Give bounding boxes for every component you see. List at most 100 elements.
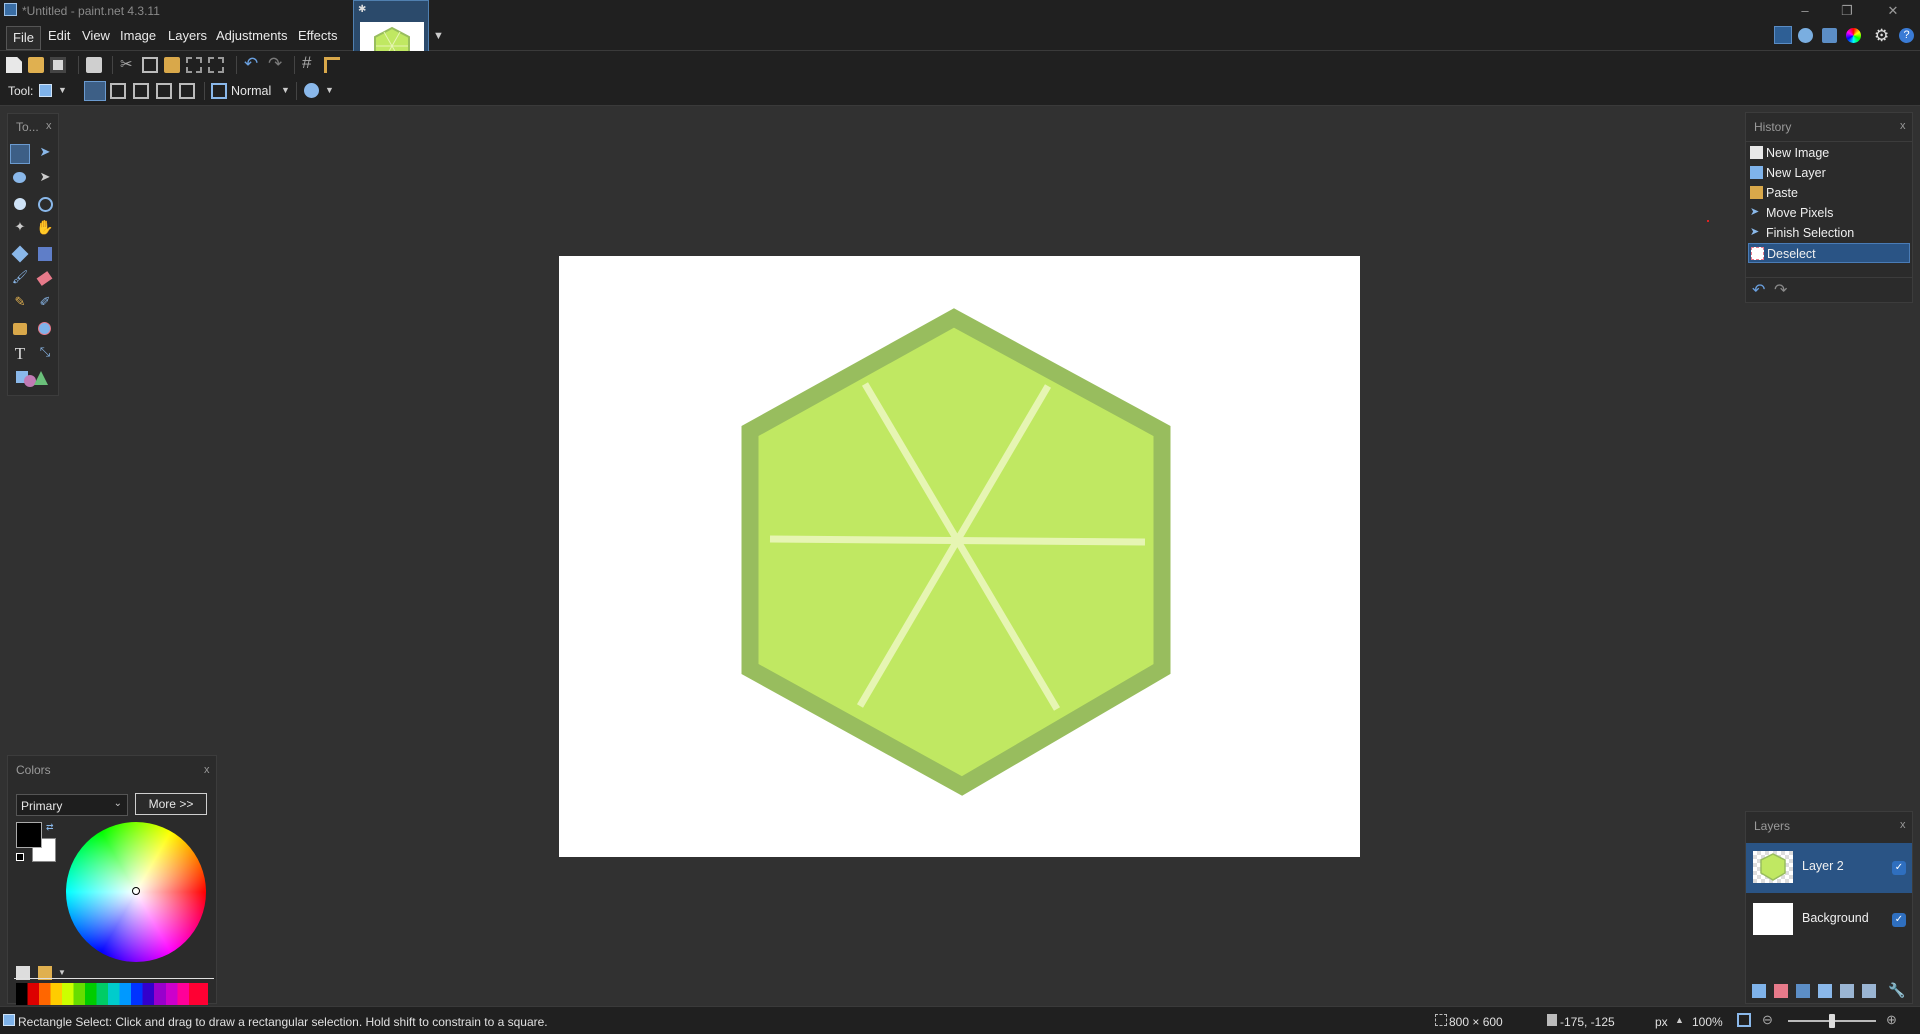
colors-window-icon[interactable] [1846, 28, 1861, 43]
blend-mode-value[interactable]: Normal [231, 84, 271, 98]
blend-mode-dropdown-icon[interactable]: ▼ [281, 85, 290, 95]
menu-adjustments[interactable]: Adjustments [212, 28, 292, 43]
eraser-tool[interactable] [35, 269, 55, 289]
move-selection-tool[interactable]: ➤ [35, 169, 55, 189]
selection-mode-union-button[interactable] [110, 83, 126, 99]
color-palette-strip[interactable] [16, 983, 208, 1005]
history-item[interactable]: New Layer [1748, 163, 1910, 183]
paste-icon[interactable] [164, 57, 180, 73]
color-target-dropdown[interactable]: Primary ⌄ [16, 794, 128, 816]
lasso-select-tool[interactable] [10, 169, 30, 189]
menu-effects[interactable]: Effects [294, 28, 342, 43]
add-layer-icon[interactable] [1752, 984, 1766, 998]
gradient-tool[interactable] [35, 244, 55, 264]
paint-bucket-tool[interactable] [10, 244, 30, 264]
history-panel-close-button[interactable]: x [1900, 120, 1906, 132]
magic-wand-tool[interactable]: ✦ [10, 219, 30, 239]
menu-edit[interactable]: Edit [44, 28, 74, 43]
history-redo-icon[interactable]: ↷ [1774, 280, 1787, 300]
zoom-in-icon[interactable]: ⊕ [1886, 1012, 1897, 1028]
help-icon[interactable]: ? [1899, 28, 1914, 43]
shapes-tool[interactable] [14, 369, 50, 391]
menu-layers[interactable]: Layers [164, 28, 211, 43]
redo-icon[interactable]: ↷ [268, 54, 282, 74]
new-file-icon[interactable] [6, 57, 22, 73]
copy-icon[interactable] [142, 57, 158, 73]
layer-row-layer-2[interactable]: Layer 2 ✓ [1746, 843, 1912, 893]
history-item[interactable]: ➤ Finish Selection [1748, 223, 1910, 243]
rectangle-select-tool[interactable] [10, 144, 30, 164]
crop-to-selection-icon[interactable] [186, 57, 202, 73]
open-file-icon[interactable] [28, 57, 44, 73]
menu-view[interactable]: View [78, 28, 114, 43]
units-dropdown-icon[interactable]: ▲ [1675, 1015, 1684, 1025]
minimize-button[interactable]: – [1786, 0, 1824, 22]
move-selected-pixels-tool[interactable]: ➤ [35, 144, 55, 164]
line-curve-tool[interactable]: ⤡ [35, 344, 55, 364]
text-tool[interactable]: T [10, 344, 30, 364]
image-canvas[interactable] [559, 256, 1360, 857]
settings-gear-icon[interactable]: ⚙ [1874, 26, 1889, 46]
cut-icon[interactable]: ✂ [120, 55, 133, 73]
history-item[interactable]: ➤ Move Pixels [1748, 203, 1910, 223]
layer-visibility-checkbox[interactable]: ✓ [1892, 861, 1906, 875]
deselect-icon[interactable] [208, 57, 224, 73]
move-layer-up-icon[interactable] [1840, 984, 1854, 998]
history-item[interactable]: New Image [1748, 143, 1910, 163]
selection-mode-intersect-button[interactable] [156, 83, 172, 99]
pan-tool[interactable]: ✋ [35, 219, 55, 239]
restore-button[interactable]: ❐ [1828, 0, 1866, 22]
zoom-out-icon[interactable]: ⊖ [1762, 1012, 1773, 1028]
colors-panel-close-button[interactable]: x [204, 764, 210, 776]
menu-image[interactable]: Image [116, 28, 160, 43]
units-selector[interactable]: px [1655, 1015, 1668, 1029]
swap-colors-icon[interactable]: ⇄ [46, 822, 54, 833]
more-colors-button[interactable]: More >> [135, 793, 207, 815]
selection-mode-replace-button[interactable] [84, 81, 106, 101]
print-icon[interactable] [86, 57, 102, 73]
palette-dropdown-icon[interactable]: ▼ [58, 968, 66, 977]
grid-icon[interactable]: # [302, 53, 311, 73]
history-window-icon[interactable] [1798, 28, 1813, 43]
antialiasing-dropdown-icon[interactable]: ▼ [325, 85, 334, 95]
selection-mode-exclude-button[interactable] [133, 83, 149, 99]
history-undo-icon[interactable]: ↶ [1752, 280, 1765, 300]
paintbrush-tool[interactable]: 🖌 [10, 269, 30, 289]
zoom-level[interactable]: 100% [1692, 1015, 1723, 1029]
zoom-tool[interactable] [35, 194, 55, 214]
zoom-slider-thumb[interactable] [1829, 1014, 1835, 1028]
merge-layer-down-icon[interactable] [1818, 984, 1832, 998]
reset-colors-icon[interactable] [16, 853, 24, 861]
current-tool-icon[interactable] [39, 84, 52, 97]
duplicate-layer-icon[interactable] [1796, 984, 1810, 998]
selection-mode-invert-button[interactable] [179, 83, 195, 99]
layers-panel-close-button[interactable]: x [1900, 819, 1906, 831]
color-picker-tool[interactable]: ✐ [35, 294, 55, 314]
save-icon[interactable] [50, 57, 66, 73]
clone-stamp-tool[interactable] [10, 319, 30, 339]
move-layer-down-icon[interactable] [1862, 984, 1876, 998]
pencil-tool[interactable]: ✎ [10, 294, 30, 314]
history-item[interactable]: Paste [1748, 183, 1910, 203]
layers-window-icon[interactable] [1822, 28, 1837, 43]
layer-visibility-checkbox[interactable]: ✓ [1892, 913, 1906, 927]
selection-quality-icon[interactable] [211, 83, 227, 99]
tool-dropdown-icon[interactable]: ▼ [58, 85, 67, 95]
layer-row-background[interactable]: Background ✓ [1746, 895, 1912, 945]
history-item-selected[interactable]: Deselect [1748, 243, 1910, 263]
menu-file[interactable]: File [6, 26, 41, 50]
recolor-tool[interactable] [35, 319, 55, 339]
antialiasing-icon[interactable] [304, 83, 319, 98]
undo-icon[interactable]: ↶ [244, 54, 258, 74]
image-list-dropdown-icon[interactable]: ▼ [433, 30, 444, 42]
tools-panel-close-button[interactable]: x [46, 120, 52, 132]
color-wheel-cursor[interactable] [132, 887, 140, 895]
ellipse-select-tool[interactable] [10, 194, 30, 214]
tools-window-icon[interactable] [1774, 26, 1792, 44]
close-button[interactable]: ✕ [1874, 0, 1912, 22]
primary-color-swatch[interactable] [16, 822, 42, 848]
layer-properties-icon[interactable]: 🔧 [1888, 982, 1905, 999]
zoom-to-window-icon[interactable] [1737, 1013, 1751, 1027]
ruler-icon[interactable] [324, 57, 340, 73]
delete-layer-icon[interactable] [1774, 984, 1788, 998]
